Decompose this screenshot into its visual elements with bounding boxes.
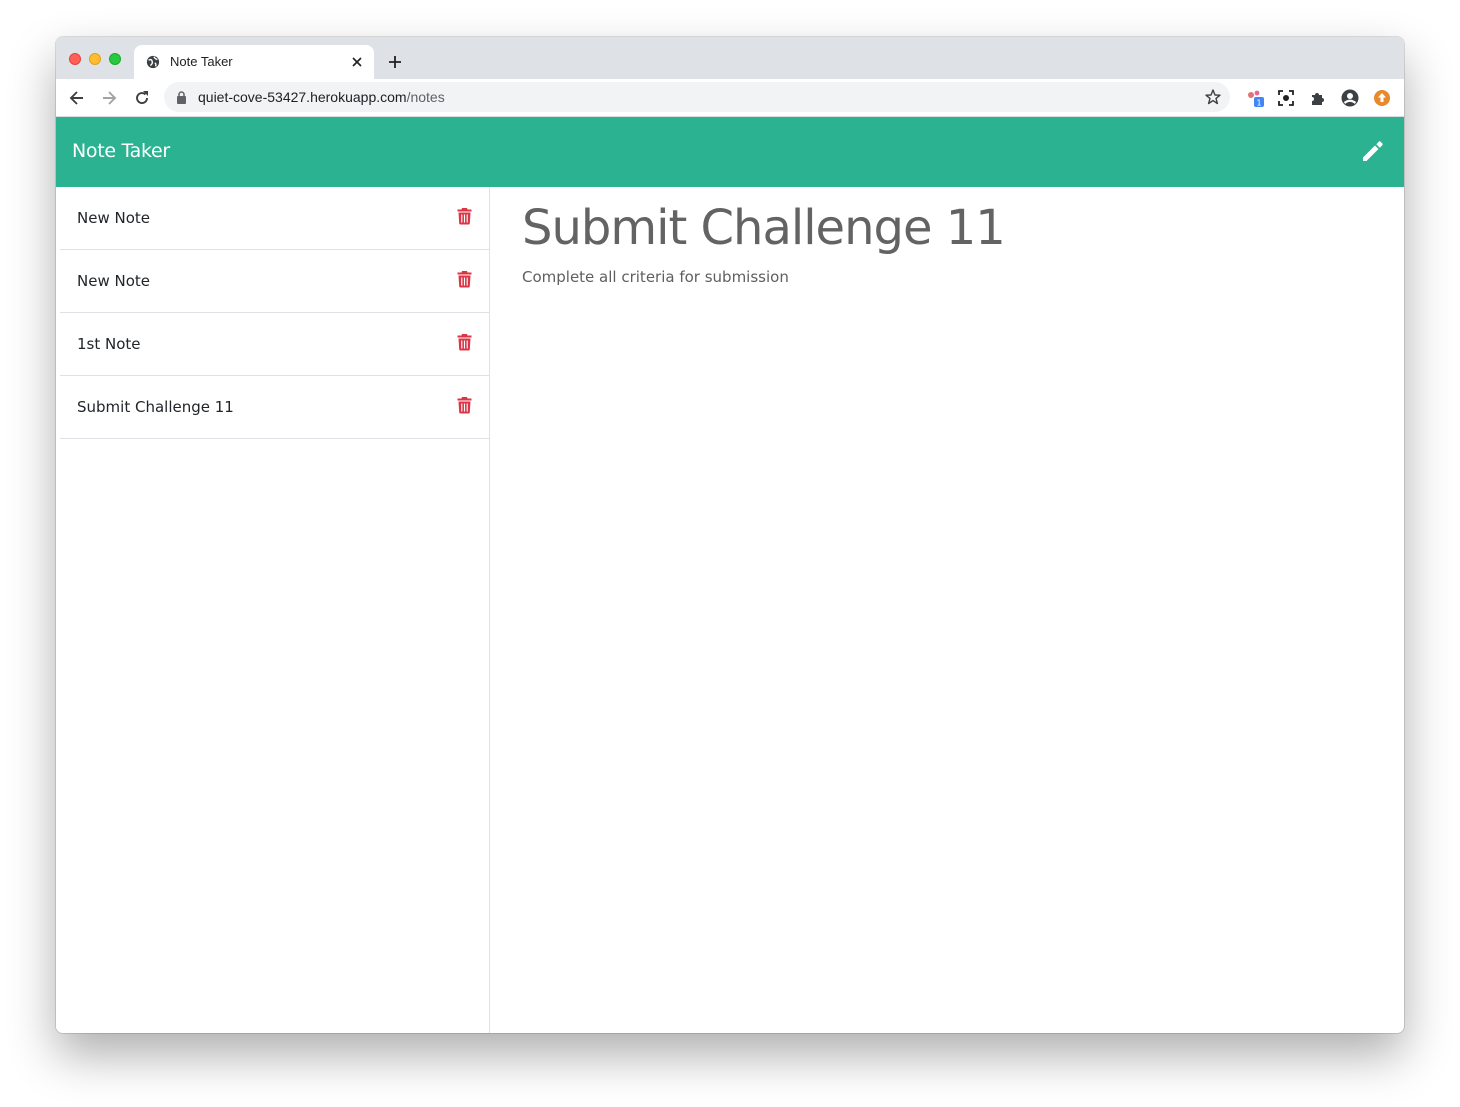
close-window-button[interactable] — [69, 53, 81, 65]
puzzle-extensions-icon[interactable] — [1309, 89, 1327, 107]
url-path: /notes — [406, 89, 445, 105]
list-item[interactable]: New Note — [60, 250, 489, 313]
browser-tab[interactable]: Note Taker — [134, 45, 374, 79]
update-icon[interactable] — [1373, 89, 1391, 107]
note-editor: Submit Challenge 11 Complete all criteri… — [490, 187, 1404, 1033]
trash-icon[interactable] — [457, 396, 472, 414]
profile-avatar-icon[interactable] — [1341, 89, 1359, 107]
note-list: New Note New Note 1st Note Submit Challe… — [56, 187, 490, 1033]
reload-icon[interactable] — [133, 89, 151, 107]
note-title: Submit Challenge 11 — [77, 398, 234, 416]
close-tab-icon[interactable] — [351, 56, 363, 68]
brand-title[interactable]: Note Taker — [72, 140, 170, 162]
new-tab-icon[interactable] — [388, 55, 402, 69]
pencil-new-note-icon[interactable] — [1360, 138, 1386, 164]
tab-strip: Note Taker — [56, 37, 1404, 79]
list-item[interactable]: New Note — [60, 187, 489, 250]
list-item[interactable]: 1st Note — [60, 313, 489, 376]
trash-icon[interactable] — [457, 207, 472, 225]
note-title: 1st Note — [77, 335, 141, 353]
globe-icon — [146, 55, 160, 69]
address-bar[interactable]: quiet-cove-53427.herokuapp.com/notes — [164, 82, 1230, 112]
back-arrow-icon[interactable] — [68, 89, 86, 107]
screenshot-extension-icon[interactable] — [1277, 89, 1295, 107]
lock-icon — [177, 91, 186, 104]
extension-badge: 1 — [1256, 99, 1261, 108]
tab-title: Note Taker — [170, 54, 233, 69]
url-text: quiet-cove-53427.herokuapp.com/notes — [198, 89, 445, 105]
forward-arrow-icon[interactable] — [100, 89, 118, 107]
maximize-window-button[interactable] — [109, 53, 121, 65]
browser-toolbar: quiet-cove-53427.herokuapp.com/notes — [56, 79, 1404, 117]
navbar: Note Taker — [56, 117, 1404, 187]
note-text-area[interactable]: Complete all criteria for submission — [522, 268, 789, 286]
note-title: New Note — [77, 272, 150, 290]
bookmark-star-icon[interactable] — [1204, 88, 1222, 106]
note-title-input[interactable]: Submit Challenge 11 — [522, 200, 1006, 256]
extension-icon[interactable]: 1 — [1246, 89, 1264, 107]
minimize-window-button[interactable] — [89, 53, 101, 65]
url-host: quiet-cove-53427.herokuapp.com — [198, 89, 407, 105]
trash-icon[interactable] — [457, 270, 472, 288]
note-taker-app: Note Taker New Note New Note 1st Note Su… — [56, 117, 1404, 1033]
browser-window: Note Taker quiet-cove-53427.herokuapp.co… — [56, 37, 1404, 1033]
note-title: New Note — [77, 209, 150, 227]
trash-icon[interactable] — [457, 333, 472, 351]
list-item[interactable]: Submit Challenge 11 — [60, 376, 489, 439]
